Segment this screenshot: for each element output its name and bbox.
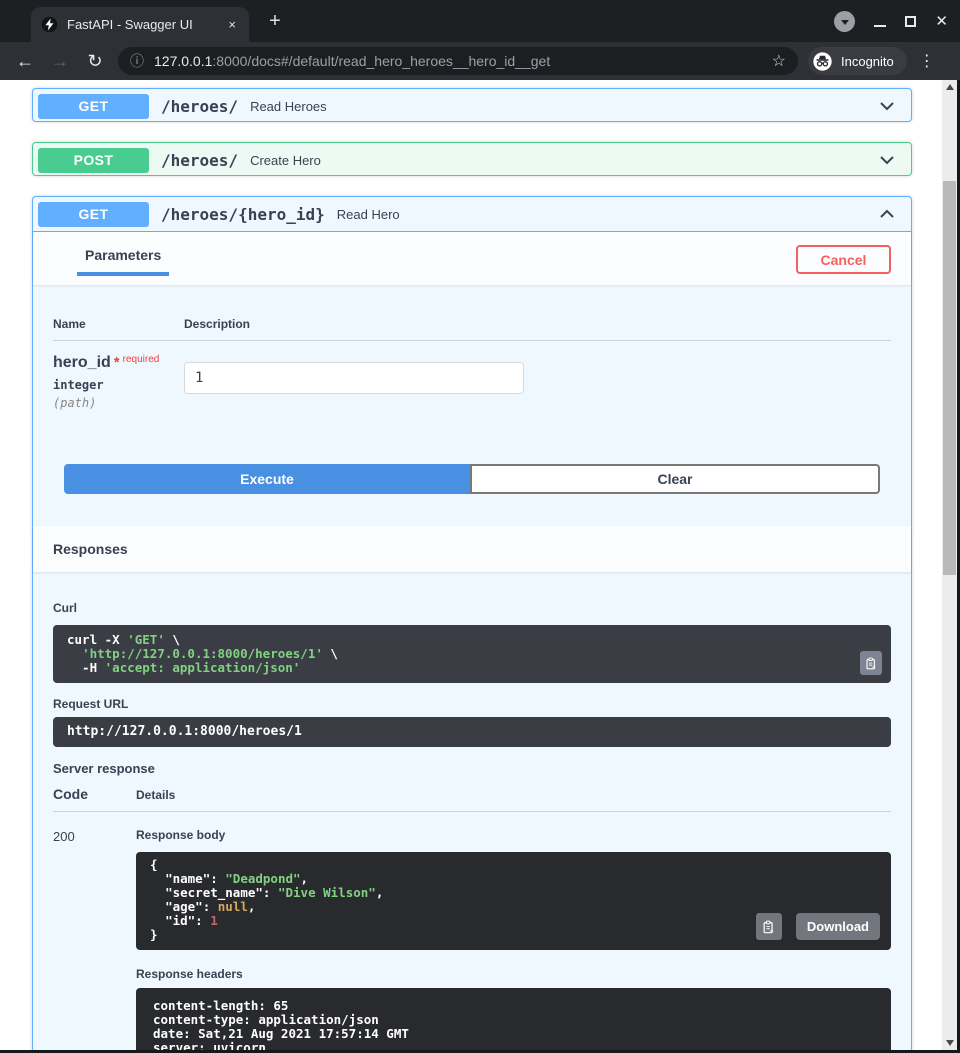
address-bar[interactable]: ⓘ 127.0.0.1:8000/docs#/default/read_hero…	[118, 47, 798, 75]
endpoint-path: /heroes/	[161, 150, 239, 170]
scrollbar-down-arrow[interactable]	[942, 1036, 957, 1050]
window-maximize-button[interactable]	[905, 16, 917, 27]
browser-tab[interactable]: FastAPI - Swagger UI ×	[31, 7, 249, 42]
clear-button[interactable]: Clear	[470, 464, 880, 494]
responses-title: Responses	[53, 541, 128, 557]
back-button[interactable]: ←	[15, 51, 35, 72]
response-body-label: Response body	[136, 828, 226, 842]
column-header-details: Details	[136, 788, 176, 802]
scrollbar-thumb[interactable]	[943, 181, 956, 575]
parameter-row: hero_id * required integer (path)	[53, 341, 891, 410]
copy-response-button[interactable]	[755, 913, 782, 940]
site-info-icon[interactable]: ⓘ	[130, 51, 144, 71]
response-headers-text: content-length: 65 content-type: applica…	[153, 998, 409, 1051]
method-badge-post: POST	[38, 147, 149, 173]
endpoint-summary: Read Hero	[336, 206, 400, 222]
opblock-read-heroes-header[interactable]: GET /heroes/ Read Heroes	[33, 89, 911, 123]
opblock-create-hero-header[interactable]: POST /heroes/ Create Hero	[33, 143, 911, 177]
curl-command: curl -X 'GET' \ 'http://127.0.0.1:8000/h…	[67, 632, 338, 675]
chevron-down-icon[interactable]	[877, 150, 897, 170]
scrollbar[interactable]	[942, 80, 957, 1050]
responses-header: Responses	[33, 526, 911, 572]
incognito-badge: Incognito	[808, 47, 907, 75]
endpoint-summary: Create Hero	[250, 152, 321, 168]
chevron-down-icon[interactable]	[877, 96, 897, 116]
swagger-page: GET /heroes/ Read Heroes POST /heroes/ C…	[0, 80, 942, 1050]
browser-toolbar: ← → ↻ ⓘ 127.0.0.1:8000/docs#/default/rea…	[0, 42, 960, 80]
parameter-location: (path)	[53, 396, 97, 410]
window-close-button[interactable]: ✕	[935, 14, 948, 29]
method-badge-get: GET	[38, 201, 149, 227]
new-tab-button[interactable]: +	[263, 9, 287, 33]
response-body-block: { "name": "Deadpond", "secret_name": "Di…	[136, 852, 891, 950]
url-host: 127.0.0.1	[154, 53, 213, 69]
endpoint-path: /heroes/{hero_id}	[161, 204, 325, 224]
incognito-label: Incognito	[841, 53, 894, 69]
curl-label: Curl	[53, 601, 77, 615]
parameters-header: Parameters Cancel	[33, 232, 911, 285]
download-button[interactable]: Download	[795, 913, 880, 940]
status-code: 200	[53, 829, 75, 844]
window-dropdown-button[interactable]	[834, 11, 856, 32]
hero-id-input[interactable]	[184, 362, 524, 394]
tab-title: FastAPI - Swagger UI	[67, 17, 193, 32]
fastapi-favicon-icon	[41, 16, 58, 33]
responses-section: Curl curl -X 'GET' \ 'http://127.0.0.1:8…	[33, 572, 911, 1050]
tab-parameters[interactable]: Parameters	[77, 247, 170, 276]
request-url-label: Request URL	[53, 697, 129, 711]
browser-menu-icon[interactable]: ⋮	[919, 51, 935, 71]
copy-curl-button[interactable]	[860, 651, 882, 675]
parameter-name: hero_id	[53, 354, 111, 371]
server-response-label: Server response	[53, 761, 155, 776]
method-badge-get: GET	[38, 93, 149, 119]
cancel-button[interactable]: Cancel	[796, 245, 891, 274]
opblock-read-hero: GET /heroes/{hero_id} Read Hero Paramete…	[32, 196, 912, 1050]
required-label: required	[122, 354, 160, 365]
scrollbar-up-arrow[interactable]	[942, 80, 957, 94]
request-url-value: http://127.0.0.1:8000/heroes/1	[67, 724, 302, 739]
window-minimize-button[interactable]	[874, 24, 887, 27]
chevron-down-icon	[840, 19, 849, 25]
parameter-type: integer	[53, 378, 104, 392]
url-path: :8000/docs#/default/read_hero_heroes__he…	[212, 53, 551, 69]
incognito-icon	[812, 51, 833, 72]
browser-tabstrip: FastAPI - Swagger UI × + ✕	[0, 0, 960, 42]
execute-row: Execute Clear	[33, 410, 911, 526]
required-star: *	[113, 354, 120, 371]
opblock-read-hero-header[interactable]: GET /heroes/{hero_id} Read Hero	[33, 197, 911, 232]
column-header-description: Description	[184, 317, 251, 331]
response-headers-block: content-length: 65 content-type: applica…	[136, 988, 891, 1050]
endpoint-summary: Read Heroes	[250, 98, 327, 114]
bookmark-star-icon[interactable]: ☆	[772, 51, 786, 71]
forward-button[interactable]: →	[50, 51, 70, 72]
column-header-code: Code	[53, 786, 88, 802]
request-url-block: http://127.0.0.1:8000/heroes/1	[53, 717, 891, 747]
response-row: 200 Response body { "name": "Deadpond", …	[53, 812, 891, 1050]
response-headers-label: Response headers	[136, 967, 243, 981]
curl-block: curl -X 'GET' \ 'http://127.0.0.1:8000/h…	[53, 625, 891, 683]
chevron-up-icon[interactable]	[877, 204, 897, 224]
column-header-name: Name	[53, 317, 86, 331]
opblock-create-hero: POST /heroes/ Create Hero	[32, 142, 912, 176]
execute-button[interactable]: Execute	[64, 464, 470, 494]
tab-close-icon[interactable]: ×	[225, 17, 239, 32]
reload-button[interactable]: ↻	[85, 51, 105, 72]
response-table-header: Code Details	[53, 776, 891, 812]
opblock-read-heroes: GET /heroes/ Read Heroes	[32, 88, 912, 122]
url-text: 127.0.0.1:8000/docs#/default/read_hero_h…	[154, 53, 764, 69]
parameters-table: Name Description hero_id * required intege…	[33, 285, 911, 410]
endpoint-path: /heroes/	[161, 96, 239, 116]
